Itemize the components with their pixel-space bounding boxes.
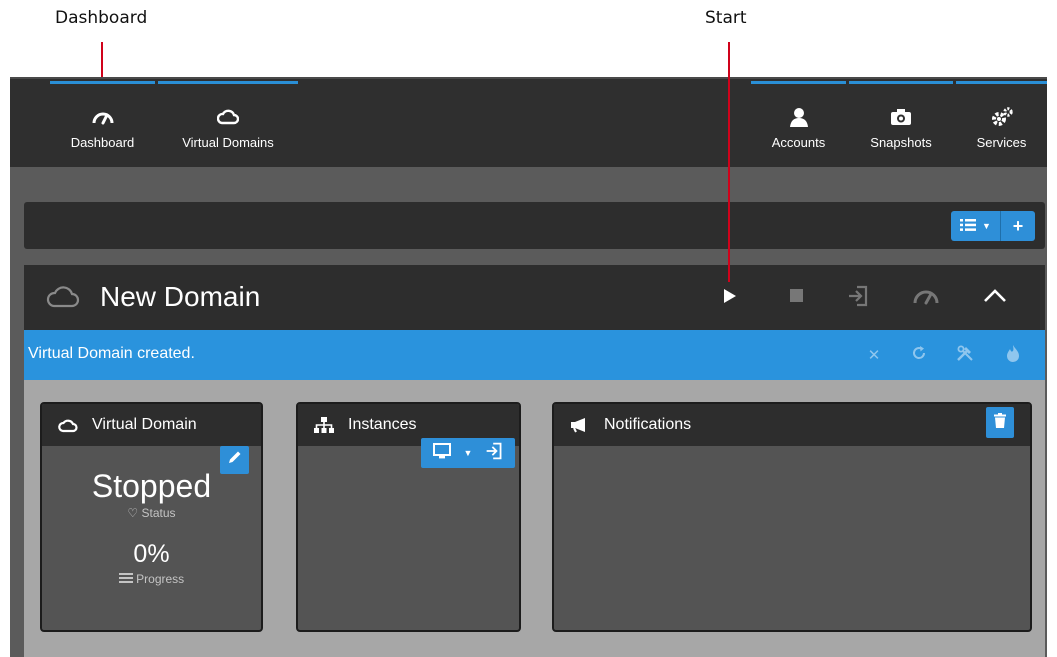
- card-header: Virtual Domain: [42, 404, 261, 446]
- sign-in-icon: [485, 442, 503, 465]
- status-value: Stopped: [91, 468, 212, 504]
- status-alert: Virtual Domain created. ✕: [24, 330, 1045, 380]
- alert-message: Virtual Domain created.: [28, 345, 195, 362]
- stop-button[interactable]: [781, 283, 811, 313]
- card-title: Instances: [348, 416, 417, 433]
- top-navigation: Dashboard Virtual Domains Accounts Snaps…: [10, 77, 1047, 167]
- screenshot-stage: Dashboard Start Dashboard Virtual Domain…: [0, 0, 1057, 657]
- gears-icon: [990, 105, 1014, 129]
- progress-value: 0%: [133, 540, 170, 568]
- nav-tab-indicator: [751, 81, 846, 84]
- nav-tab-label: Snapshots: [870, 135, 932, 150]
- trash-icon: [994, 412, 1006, 433]
- domain-toolbar: ▼ +: [24, 202, 1045, 249]
- progress-label: Progress: [136, 572, 185, 586]
- caret-down-icon: ▼: [982, 221, 991, 231]
- caret-down-icon: ▼: [463, 448, 473, 458]
- notifications-card: Notifications: [552, 402, 1032, 632]
- destroy-button[interactable]: [1001, 343, 1025, 367]
- nav-tab-indicator: [50, 81, 155, 84]
- heart-icon: ♡: [127, 506, 139, 520]
- tools-icon: [956, 344, 974, 366]
- close-icon: ✕: [867, 347, 881, 364]
- status-caption: ♡ Status: [42, 506, 261, 520]
- nav-tab-virtual-domains[interactable]: Virtual Domains: [158, 79, 298, 169]
- cloud-icon: [217, 105, 239, 129]
- monitor-button[interactable]: [911, 283, 941, 313]
- cloud-icon: [46, 285, 80, 314]
- nav-tab-label: Dashboard: [70, 135, 135, 150]
- console-login-button[interactable]: [843, 283, 873, 313]
- sitemap-icon: [312, 417, 336, 433]
- chevron-up-icon: [983, 288, 1007, 308]
- cloud-icon: [56, 418, 80, 433]
- gauge-icon: [913, 287, 939, 310]
- nav-tab-accounts[interactable]: Accounts: [751, 79, 846, 169]
- callout-start-label: Start: [705, 8, 747, 28]
- dashboard-gauge-icon: [92, 105, 114, 129]
- domain-title: New Domain: [100, 281, 261, 312]
- status-label: Status: [141, 506, 176, 520]
- stop-icon: [789, 289, 803, 307]
- megaphone-icon: [568, 417, 592, 433]
- list-view-dropdown-button[interactable]: ▼: [951, 211, 1001, 241]
- collapse-button[interactable]: [980, 283, 1010, 313]
- nav-tab-indicator: [158, 81, 298, 84]
- nav-tab-dashboard[interactable]: Dashboard: [50, 79, 155, 169]
- domain-panel: New Domain Virtual Domain created. ✕ Vir…: [24, 265, 1045, 657]
- camera-icon: [890, 105, 912, 129]
- nav-tab-indicator: [849, 81, 953, 84]
- start-button[interactable]: [715, 283, 745, 313]
- tasks-icon: [118, 572, 133, 586]
- user-icon: [789, 105, 809, 129]
- nav-tab-snapshots[interactable]: Snapshots: [849, 79, 953, 169]
- callout-start-line: [728, 42, 730, 282]
- nav-tab-services[interactable]: Services: [956, 79, 1047, 169]
- play-icon: [723, 288, 737, 309]
- progress-caption: Progress: [42, 572, 261, 586]
- refresh-button[interactable]: [907, 343, 931, 367]
- toolbar-button-group: ▼ +: [951, 211, 1035, 241]
- nav-tab-label: Accounts: [771, 135, 826, 150]
- card-title: Virtual Domain: [92, 416, 197, 433]
- nav-tab-label: Services: [976, 135, 1027, 150]
- fire-icon: [1006, 344, 1020, 366]
- pencil-icon: [227, 450, 242, 470]
- sign-in-icon: [847, 285, 869, 312]
- desktop-icon: [433, 442, 452, 464]
- list-icon: [960, 218, 977, 234]
- callout-dashboard-label: Dashboard: [55, 8, 148, 28]
- instance-actions-button[interactable]: ▼: [421, 438, 515, 468]
- clear-notifications-button[interactable]: [986, 407, 1014, 438]
- nav-tab-indicator: [956, 81, 1047, 84]
- virtual-domain-card: Virtual Domain Stopped ♡ Status 0% Progr…: [40, 402, 263, 632]
- tools-button[interactable]: [953, 343, 977, 367]
- instances-card: Instances ▼: [296, 402, 521, 632]
- refresh-icon: [911, 345, 927, 365]
- add-domain-button[interactable]: +: [1001, 211, 1035, 241]
- dismiss-button[interactable]: ✕: [862, 343, 886, 367]
- plus-icon: +: [1012, 215, 1024, 236]
- domain-header: New Domain: [24, 265, 1045, 330]
- card-header: Notifications: [554, 404, 1030, 446]
- nav-tab-label: Virtual Domains: [182, 135, 274, 150]
- card-title: Notifications: [604, 416, 692, 433]
- app-window: Dashboard Virtual Domains Accounts Snaps…: [10, 77, 1047, 657]
